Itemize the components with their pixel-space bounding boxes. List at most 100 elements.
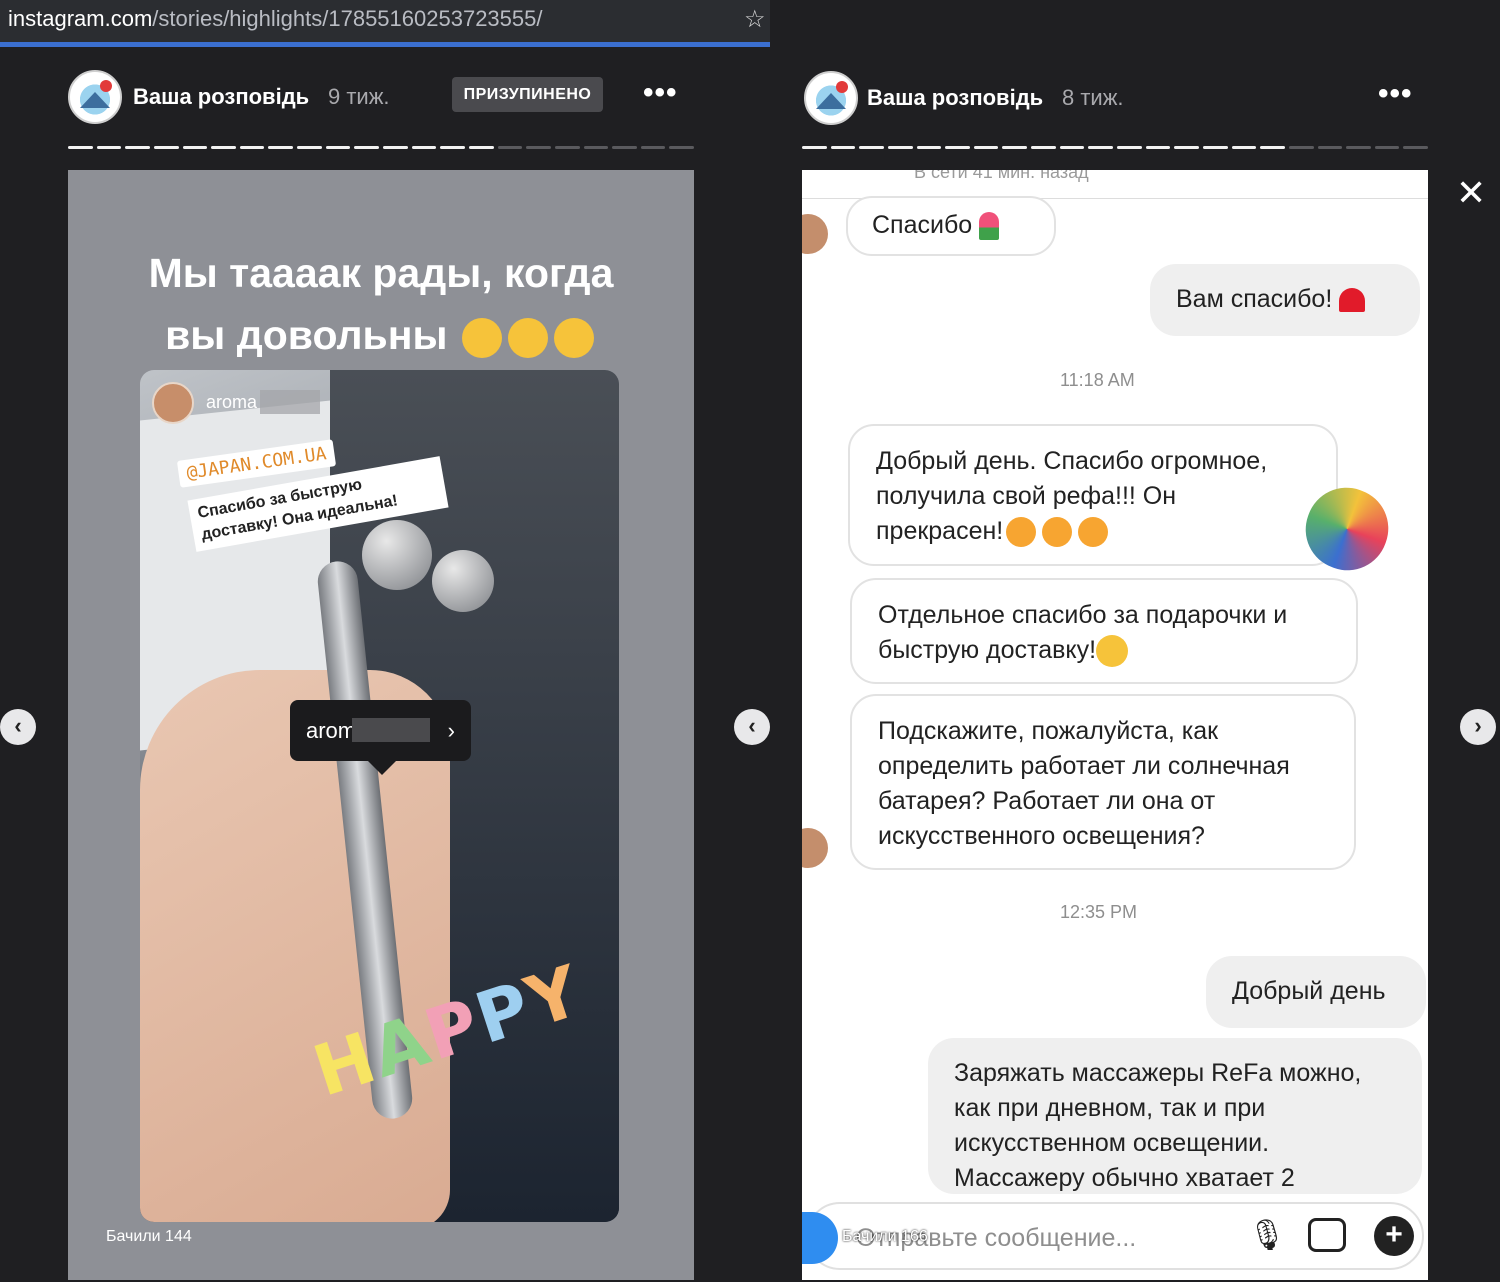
message-bubble-received: Подскажите, пожалуйста, как определить р… (850, 694, 1356, 870)
message-bubble-received: Добрый день. Спасибо огромное, получила … (848, 424, 1338, 566)
roller-ball (362, 520, 432, 590)
roller-ball (432, 550, 494, 612)
message-text: Заряжать массажеры ReFa можно, как при д… (954, 1059, 1362, 1192)
embedded-story-photo: aroma @JAPAN.COM.UA Спасибо за быструю д… (140, 370, 619, 1222)
microphone-icon[interactable]: 🎙 (1248, 1218, 1286, 1253)
progress-segment (1174, 146, 1199, 149)
next-story-button[interactable]: › (1460, 709, 1496, 745)
chat-header (802, 170, 1428, 199)
progress-segment (239, 146, 265, 149)
views-count-left[interactable]: Бачили 144 (106, 1228, 192, 1246)
progress-segment (887, 146, 913, 149)
progress-segment (268, 146, 294, 149)
story-title-line2: вы довольны (165, 312, 448, 358)
smiling-emoji-icon (461, 318, 502, 359)
timestamp: 12:35 PM (1060, 902, 1138, 922)
progress-segment (411, 146, 437, 149)
story-title: Мы таааак рады, когда вы довольны (68, 242, 694, 366)
story-title-line1: Мы таааак рады, когда (148, 250, 614, 296)
message-text: Отдельное спасибо за подарочки и быструю… (878, 601, 1288, 664)
progress-segment (669, 146, 695, 149)
progress-segment (583, 146, 609, 149)
progress-segment (612, 146, 637, 149)
prev-story-button-center[interactable]: ‹ (734, 709, 770, 745)
progress-segment (1403, 146, 1429, 149)
message-text: Спасибо (872, 211, 973, 239)
story-time-right: 8 тиж. (1062, 85, 1124, 110)
progress-segment (68, 146, 93, 149)
progress-segment (96, 146, 122, 149)
progress-segment (859, 146, 884, 149)
story-avatar-right[interactable] (804, 71, 858, 125)
embedded-avatar (152, 382, 194, 424)
url-path: /stories/highlights/17855160253723555/ (152, 6, 543, 31)
progress-segment (354, 146, 380, 149)
progress-segment (554, 146, 580, 149)
heart-emoji-icon (1339, 288, 1366, 313)
progress-segment (440, 146, 465, 149)
tulip-emoji-icon (979, 212, 1000, 241)
message-text: Добрый день (1232, 977, 1386, 1005)
progress-segment (1288, 146, 1314, 149)
progress-segment (468, 146, 494, 149)
message-bubble-sent: Заряжать массажеры ReFa можно, как при д… (928, 1038, 1422, 1194)
progress-segment (526, 146, 551, 149)
progress-segment (1317, 146, 1343, 149)
message-text: Вам спасибо! (1176, 285, 1333, 313)
progress-segment (211, 146, 236, 149)
heart-eyes-emoji-icon (1078, 517, 1109, 548)
paused-badge: ПРИЗУПИНЕНО (452, 77, 603, 112)
progress-segment (1088, 146, 1114, 149)
progress-segment (1260, 146, 1285, 149)
story-owner-name-right[interactable]: Ваша розповідь (867, 85, 1043, 111)
url-host: instagram.com (8, 6, 153, 31)
progress-segment (1231, 146, 1257, 149)
progress-segment (1031, 146, 1056, 149)
progress-segment (383, 146, 408, 149)
progress-segment (1374, 146, 1400, 149)
url-text[interactable]: instagram.com/stories/highlights/1785516… (8, 6, 542, 32)
more-options-button-right[interactable]: ••• (1378, 77, 1413, 111)
close-icon[interactable]: ✕ (1456, 172, 1486, 214)
smiling-emoji-icon (553, 318, 594, 359)
story-owner-name-left[interactable]: Ваша розповідь (133, 84, 309, 110)
progress-segment (125, 146, 150, 149)
progress-segment (830, 146, 856, 149)
heart-eyes-emoji-icon (1042, 517, 1073, 548)
smiling-emoji-icon (507, 318, 548, 359)
embedded-username: aroma (206, 392, 258, 412)
star-icon[interactable]: ☆ (744, 5, 766, 34)
page-load-indicator (0, 42, 770, 47)
story-avatar-left[interactable] (68, 70, 122, 124)
message-bubble-received: Спасибо (846, 196, 1056, 256)
progress-segment (1059, 146, 1085, 149)
add-icon[interactable]: + (1374, 1216, 1414, 1256)
progress-segment (1202, 146, 1228, 149)
story-progress-bar-left (68, 146, 695, 149)
message-bubble-received: Отдельное спасибо за подарочки и быструю… (850, 578, 1358, 684)
progress-segment (802, 146, 827, 149)
progress-segment (1346, 146, 1371, 149)
gallery-icon[interactable] (1308, 1218, 1346, 1252)
more-options-button-left[interactable]: ••• (643, 76, 678, 110)
hugging-emoji-icon (1096, 635, 1129, 668)
sender-avatar (802, 828, 828, 868)
message-bubble-sent: Добрый день (1206, 956, 1426, 1028)
story-frame-right[interactable]: В сети 41 мин. назад Спасибо Вам спасибо… (802, 170, 1428, 1280)
online-status: В сети 41 мин. назад (914, 170, 1089, 182)
progress-segment (325, 146, 351, 149)
views-count-right[interactable]: Бачили 166 (842, 1228, 928, 1246)
message-text: Подскажите, пожалуйста, как определить р… (878, 717, 1290, 850)
mention-tooltip[interactable]: aroma › (290, 700, 471, 775)
blurred-username (260, 390, 320, 414)
progress-segment (182, 146, 208, 149)
timestamp: 11:18 AM (1060, 370, 1135, 390)
progress-segment (1145, 146, 1171, 149)
progress-segment (1117, 146, 1142, 149)
progress-segment (497, 146, 523, 149)
progress-segment (297, 146, 322, 149)
story-frame-left[interactable]: Мы таааак рады, когда вы довольны aroma … (68, 170, 694, 1280)
progress-segment (973, 146, 999, 149)
story-progress-bar-right (802, 146, 1429, 149)
prev-story-button[interactable]: ‹ (0, 709, 36, 745)
